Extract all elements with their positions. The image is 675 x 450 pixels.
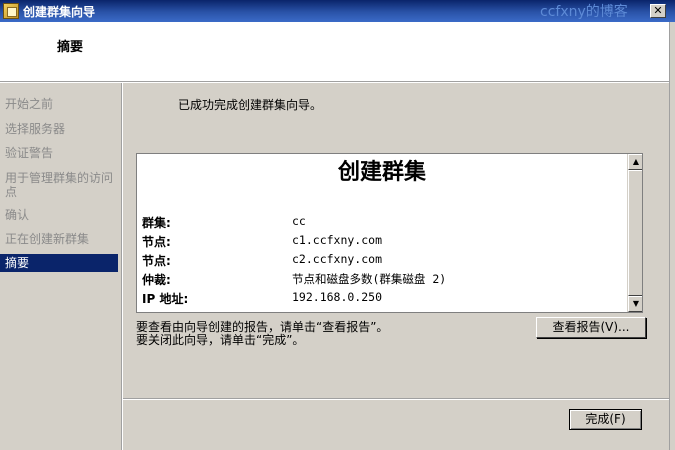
report-label-ip-address: IP 地址: — [142, 292, 189, 306]
sidebar-item-validation-warning: 验证警告 — [5, 146, 54, 160]
window-right-edge — [669, 22, 675, 450]
success-message: 已成功完成创建群集向导。 — [178, 98, 323, 112]
report-label-quorum: 仲裁: — [142, 273, 171, 287]
report-value-quorum: 节点和磁盘多数(群集磁盘 2) — [292, 272, 447, 286]
report-label-node-1: 节点: — [142, 235, 171, 249]
sidebar-item-summary: 摘要 — [0, 254, 118, 272]
view-report-button[interactable]: 查看报告(V)... — [536, 317, 646, 338]
report-value-cluster: cc — [292, 214, 306, 228]
finish-button[interactable]: 完成(F) — [569, 409, 642, 430]
report-title: 创建群集 — [337, 159, 426, 185]
summary-report[interactable]: 创建群集 群集: cc 节点: c1.ccfxny.com 节点: c2.ccf… — [136, 153, 643, 313]
scroll-down-icon[interactable]: ▼ — [628, 296, 642, 312]
scroll-thumb[interactable] — [628, 170, 642, 296]
sidebar-item-confirmation: 确认 — [5, 208, 30, 222]
sidebar-item-creating-cluster: 正在创建新群集 — [5, 232, 90, 246]
report-value-node-2: c2.ccfxny.com — [292, 252, 383, 266]
report-scrollbar[interactable]: ▲ ▼ — [627, 154, 642, 312]
wizard-header: 摘要 — [0, 22, 669, 82]
sidebar-item-before-you-begin: 开始之前 — [5, 97, 54, 111]
sidebar-item-access-point: 用于管理群集的访问点 — [5, 171, 114, 199]
report-value-ip-address: 192.168.0.250 — [292, 290, 383, 304]
wizard-steps-sidebar: 开始之前 选择服务器 验证警告 用于管理群集的访问点 确认 正在创建新群集 摘要 — [0, 83, 122, 450]
page-title: 摘要 — [57, 40, 84, 55]
watermark-text: ccfxny的博客 — [540, 4, 628, 20]
scroll-up-icon[interactable]: ▲ — [628, 154, 642, 170]
window-title: 创建群集向导 — [23, 5, 96, 19]
wizard-app-icon — [3, 3, 19, 19]
wizard-content: 已成功完成创建群集向导。 创建群集 群集: cc 节点: c1.ccfxny.c… — [123, 83, 669, 450]
title-bar[interactable]: 创建群集向导 ccfxny的博客 ✕ — [0, 0, 675, 22]
instruction-close-wizard: 要关闭此向导，请单击“完成”。 — [136, 333, 305, 347]
report-label-cluster: 群集: — [142, 216, 171, 230]
report-value-node-1: c1.ccfxny.com — [292, 233, 383, 247]
sidebar-item-select-servers: 选择服务器 — [5, 122, 66, 136]
close-icon[interactable]: ✕ — [650, 4, 666, 18]
report-label-node-2: 节点: — [142, 254, 171, 268]
button-divider — [123, 398, 669, 400]
